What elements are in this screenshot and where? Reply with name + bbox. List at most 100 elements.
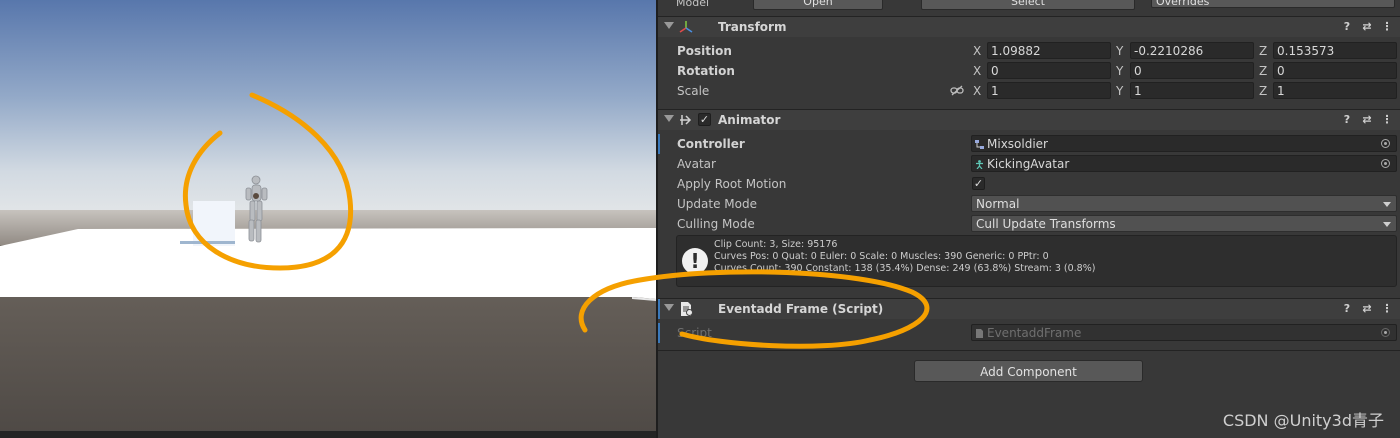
cube-object [193,201,235,246]
info-line-1: Clip Count: 3, Size: 95176 [714,239,838,250]
rotation-row: Rotation X 0 Y 0 Z 0 [658,61,1400,81]
object-picker-icon[interactable] [1381,139,1390,148]
apply-root-motion-label[interactable]: Apply Root Motion [677,177,786,191]
position-row: Position X 1.09882 Y -0.2210286 Z 0.1535… [658,41,1400,61]
avatar-icon [976,160,983,169]
rotation-z-field[interactable]: 0 [1273,62,1397,79]
presets-icon[interactable]: ⇄ [1360,301,1374,317]
transform-header-icons: ? ⇄ ⋮ [1334,19,1394,35]
scale-label[interactable]: Scale [677,84,709,98]
chevron-down-icon [1383,222,1391,227]
foldout-arrow-icon[interactable] [664,22,674,29]
presets-icon[interactable]: ⇄ [1360,19,1374,35]
transform-title: Transform [718,20,787,34]
axis-z-label[interactable]: Z [1259,84,1267,98]
culling-mode-dropdown[interactable]: Cull Update Transforms [971,215,1397,232]
axis-y-label[interactable]: Y [1116,44,1123,58]
open-button[interactable]: Open [753,0,883,10]
position-x-field[interactable]: 1.09882 [987,42,1111,59]
scene-view[interactable] [0,0,656,438]
rotation-y-field[interactable]: 0 [1130,62,1254,79]
avatar-label[interactable]: Avatar [677,157,716,171]
update-mode-dropdown[interactable]: Normal [971,195,1397,212]
controller-field[interactable]: Mixsoldier [971,135,1397,152]
apply-root-motion-checkbox[interactable]: ✓ [972,177,985,190]
avatar-value: KickingAvatar [987,157,1070,171]
scale-x-field[interactable]: 1 [987,82,1111,99]
scale-z-field[interactable]: 1 [1273,82,1397,99]
animator-header[interactable]: ✓ Animator ? ⇄ ⋮ [658,109,1400,130]
prefab-toolbar: Model Open Select Overrides [658,0,1400,10]
foldout-arrow-icon[interactable] [664,304,674,311]
help-icon[interactable]: ? [1340,301,1354,317]
axis-z-label[interactable]: Z [1259,64,1267,78]
animator-enabled-checkbox[interactable]: ✓ [698,113,711,126]
eventadd-frame-header-icons: ? ⇄ ⋮ [1334,301,1394,317]
scale-y-field[interactable]: 1 [1130,82,1254,99]
warning-icon: ! [682,248,708,274]
object-picker-icon [1381,328,1390,337]
animator-controller-icon [975,140,984,149]
position-y-field[interactable]: -0.2210286 [1130,42,1254,59]
controller-row: Controller Mixsoldier [658,134,1400,154]
avatar-row: Avatar KickingAvatar [658,154,1400,174]
script-row: Script EventaddFrame [658,323,1400,343]
script-icon [681,302,693,316]
chevron-down-icon [1383,202,1391,207]
axis-y-label[interactable]: Y [1116,64,1123,78]
update-mode-row: Update Mode Normal [658,194,1400,214]
inspector-panel: Model Open Select Overrides Transform ? ⇄… [658,0,1400,438]
foldout-arrow-icon[interactable] [664,115,674,122]
override-indicator [658,299,660,319]
update-mode-value: Normal [976,197,1020,211]
controller-value: Mixsoldier [987,137,1048,151]
axis-z-label[interactable]: Z [1259,44,1267,58]
eventadd-frame-title: Eventadd Frame (Script) [718,302,884,316]
position-label[interactable]: Position [677,44,732,58]
help-icon[interactable]: ? [1340,112,1354,128]
transform-header[interactable]: Transform ? ⇄ ⋮ [658,16,1400,37]
animator-header-icons: ? ⇄ ⋮ [1334,112,1394,128]
axis-x-label[interactable]: X [973,64,981,78]
script-file-icon [976,329,983,338]
help-icon[interactable]: ? [1340,19,1354,35]
info-line-2: Curves Pos: 0 Quat: 0 Euler: 0 Scale: 0 … [714,251,1049,262]
animator-info-box: ! Clip Count: 3, Size: 95176 Curves Pos:… [676,235,1397,287]
animator-title: Animator [718,113,781,127]
rotation-x-field[interactable]: 0 [987,62,1111,79]
culling-mode-label[interactable]: Culling Mode [677,217,755,231]
presets-icon[interactable]: ⇄ [1360,112,1374,128]
ground-plane [0,228,656,299]
axis-y-label[interactable]: Y [1116,84,1123,98]
avatar-field[interactable]: KickingAvatar [971,155,1397,172]
menu-icon[interactable]: ⋮ [1380,112,1394,128]
select-button[interactable]: Select [921,0,1135,10]
object-picker-icon[interactable] [1381,159,1390,168]
axis-x-label[interactable]: X [973,44,981,58]
menu-icon[interactable]: ⋮ [1380,19,1394,35]
model-label: Model [676,0,710,9]
position-z-field[interactable]: 0.153573 [1273,42,1397,59]
override-indicator [658,323,660,343]
axis-x-label[interactable]: X [973,84,981,98]
info-line-3: Curves Count: 390 Constant: 138 (35.4%) … [714,263,1096,274]
csdn-watermark: CSDN @Unity3d青子 [1222,411,1384,430]
script-value: EventaddFrame [987,326,1082,340]
overrides-dropdown[interactable]: Overrides [1151,0,1395,8]
culling-mode-value: Cull Update Transforms [976,217,1116,231]
controller-label[interactable]: Controller [677,137,745,151]
apply-root-motion-row: Apply Root Motion ✓ [658,174,1400,194]
transform-icon [679,21,693,33]
constrain-proportions-icon[interactable] [950,85,964,96]
menu-icon[interactable]: ⋮ [1380,301,1394,317]
separator [658,350,1400,351]
eventadd-frame-header[interactable]: Eventadd Frame (Script) ? ⇄ ⋮ [658,298,1400,319]
update-mode-label[interactable]: Update Mode [677,197,757,211]
animator-icon [680,115,692,125]
scene-render [0,0,656,438]
script-field: EventaddFrame [971,324,1397,341]
rotation-label[interactable]: Rotation [677,64,735,78]
culling-mode-row: Culling Mode Cull Update Transforms [658,214,1400,234]
script-label: Script [677,326,712,340]
add-component-button[interactable]: Add Component [914,360,1143,382]
